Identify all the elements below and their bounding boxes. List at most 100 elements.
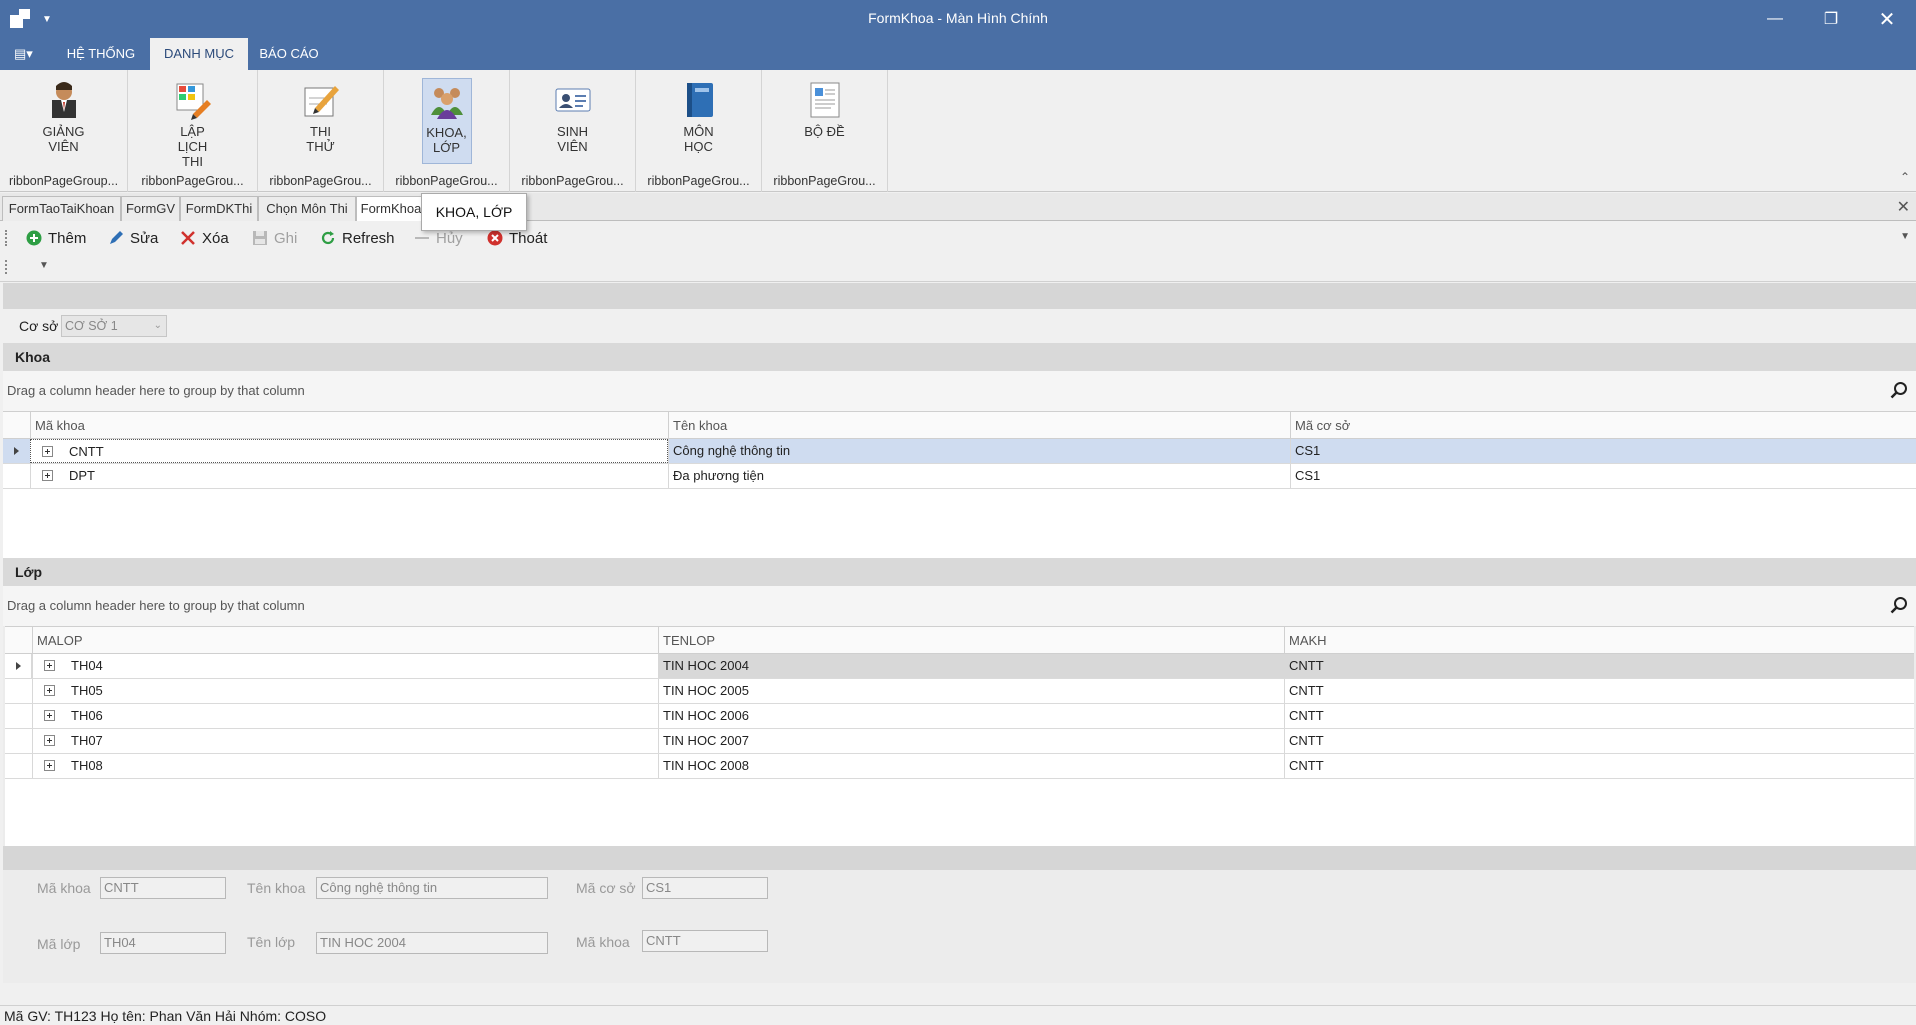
expand-icon[interactable] <box>44 760 55 771</box>
search-icon[interactable] <box>1890 381 1908 399</box>
toolbar-dropdown-icon[interactable]: ▼ <box>39 260 49 271</box>
group-caption: ribbonPageGroup... <box>8 174 119 188</box>
ten-khoa-field[interactable]: Công nghệ thông tin <box>316 877 548 899</box>
sinh-vien-button[interactable]: SINH VIÊN <box>548 78 598 164</box>
toolbar-grip[interactable] <box>5 230 8 246</box>
cell-makh[interactable]: CNTT <box>1284 679 1914 703</box>
table-row[interactable]: DPT Đa phương tiện CS1 <box>3 464 1916 489</box>
cell-ma-khoa[interactable]: DPT <box>30 464 668 488</box>
cell-malop[interactable]: TH08 <box>32 754 658 778</box>
column-header-ten-khoa[interactable]: Tên khoa <box>668 412 1290 439</box>
refresh-button[interactable]: Refresh <box>320 228 395 248</box>
tab-danh-muc[interactable]: DANH MỤC <box>150 38 248 70</box>
giang-vien-button[interactable]: GIẢNG VIÊN <box>39 78 89 164</box>
column-header-ma-khoa[interactable]: Mã khoa <box>30 412 668 439</box>
doc-tab-formdkthi[interactable]: FormDKThi <box>180 196 258 221</box>
table-row[interactable]: TH06 TIN HOC 2006 CNTT <box>5 704 1914 729</box>
khoa-group-panel[interactable]: Drag a column header here to group by th… <box>3 371 1916 411</box>
column-header-tenlop[interactable]: TENLOP <box>658 627 1284 654</box>
save-button[interactable]: Ghi <box>252 228 297 248</box>
cell-tenlop[interactable]: TIN HOC 2005 <box>658 679 1284 703</box>
ma-khoa-lop-label: Mã khoa <box>576 934 630 950</box>
cell-makh[interactable]: CNTT <box>1284 654 1914 678</box>
filter-row: Cơ sở CƠ SỞ 1 ⌄ <box>3 309 1916 343</box>
thi-thu-button[interactable]: THI THỬ <box>296 78 346 164</box>
table-row[interactable]: TH08 TIN HOC 2008 CNTT <box>5 754 1914 779</box>
cell-malop[interactable]: TH07 <box>32 729 658 753</box>
cell-ma-co-so[interactable]: CS1 <box>1290 464 1916 488</box>
column-header-malop[interactable]: MALOP <box>32 627 658 654</box>
expand-icon[interactable] <box>42 470 53 481</box>
expand-icon[interactable] <box>44 685 55 696</box>
cell-tenlop[interactable]: TIN HOC 2008 <box>658 754 1284 778</box>
cell-tenlop[interactable]: TIN HOC 2006 <box>658 704 1284 728</box>
ma-khoa-field[interactable]: CNTT <box>100 877 226 899</box>
ribbon-group-thi-thu: THI THỬ ribbonPageGrou... <box>258 70 384 192</box>
cell-tenlop[interactable]: TIN HOC 2004 <box>658 654 1284 678</box>
close-button[interactable]: ✕ <box>1864 0 1910 38</box>
table-row[interactable]: TH04 TIN HOC 2004 CNTT <box>5 654 1914 679</box>
tab-he-thong[interactable]: HỆ THỐNG <box>58 38 144 70</box>
mon-hoc-button[interactable]: MÔN HỌC <box>674 78 724 164</box>
cell-malop[interactable]: TH05 <box>32 679 658 703</box>
cell-malop[interactable]: TH06 <box>32 704 658 728</box>
table-row[interactable]: CNTT Công nghệ thông tin CS1 <box>3 439 1916 464</box>
ribbon-collapse-icon[interactable]: ⌃ <box>1900 170 1910 184</box>
co-so-label: Cơ sở <box>19 318 59 334</box>
ma-khoa-label: Mã khoa <box>37 880 91 896</box>
ten-lop-field[interactable]: TIN HOC 2004 <box>316 932 548 954</box>
doc-tab-formkhoa[interactable]: FormKhoa <box>356 196 426 221</box>
cell-ten-khoa[interactable]: Công nghệ thông tin <box>668 439 1290 463</box>
doc-tab-chon-mon-thi[interactable]: Chọn Môn Thi <box>258 196 356 221</box>
ma-khoa-lop-field[interactable]: CNTT <box>642 930 768 952</box>
expand-icon[interactable] <box>44 735 55 746</box>
cell-ma-khoa[interactable]: CNTT <box>30 439 668 463</box>
expand-icon[interactable] <box>44 660 55 671</box>
close-document-icon[interactable]: ✕ <box>1897 197 1910 217</box>
restore-button[interactable]: ❐ <box>1808 0 1854 38</box>
close-circle-icon <box>487 230 503 246</box>
edit-button[interactable]: Sửa <box>108 228 158 248</box>
floppy-icon <box>253 231 267 245</box>
bo-de-button[interactable]: BỘ ĐỀ <box>800 78 850 164</box>
doc-tab-formgv[interactable]: FormGV <box>121 196 180 221</box>
expand-icon[interactable] <box>44 710 55 721</box>
ribbon-group-bo-de: BỘ ĐỀ ribbonPageGrou... <box>762 70 888 192</box>
column-header-ma-co-so[interactable]: Mã cơ sở <box>1290 412 1916 439</box>
doc-tab-formtaotaikhoan[interactable]: FormTaoTaiKhoan <box>2 196 121 221</box>
lap-lich-thi-button[interactable]: LẬP LỊCH THI <box>168 78 218 169</box>
cancel-button[interactable]: Hủy <box>414 228 463 248</box>
app-menu-button[interactable]: ▤▾ <box>14 46 38 62</box>
co-so-combo[interactable]: CƠ SỞ 1 ⌄ <box>61 315 167 337</box>
toolbar-options-icon[interactable]: ▼ <box>1900 231 1910 242</box>
search-icon[interactable] <box>1890 596 1908 614</box>
cell-ten-khoa[interactable]: Đa phương tiện <box>668 464 1290 488</box>
table-row[interactable]: TH05 TIN HOC 2005 CNTT <box>5 679 1914 704</box>
book-icon <box>679 80 719 120</box>
ma-co-so-label: Mã cơ sở <box>576 880 636 896</box>
cell-malop[interactable]: TH04 <box>32 654 658 678</box>
exit-button[interactable]: Thoát <box>487 228 547 248</box>
tab-bao-cao[interactable]: BÁO CÁO <box>254 38 324 70</box>
khoa-section-title: Khoa <box>3 343 1916 371</box>
cell-tenlop[interactable]: TIN HOC 2007 <box>658 729 1284 753</box>
ma-lop-field[interactable]: TH04 <box>100 932 226 954</box>
table-row[interactable]: TH07 TIN HOC 2007 CNTT <box>5 729 1914 754</box>
ma-co-so-field[interactable]: CS1 <box>642 877 768 899</box>
x-icon <box>181 231 195 245</box>
expand-icon[interactable] <box>42 446 53 457</box>
add-button[interactable]: Thêm <box>26 228 86 248</box>
toolbar-grip[interactable] <box>5 260 8 274</box>
lop-group-panel[interactable]: Drag a column header here to group by th… <box>3 586 1916 626</box>
column-header-makh[interactable]: MAKH <box>1284 627 1914 654</box>
khoa-lop-button[interactable]: KHOA, LỚP <box>421 78 472 164</box>
minimize-button[interactable]: — <box>1752 0 1798 38</box>
cell-makh[interactable]: CNTT <box>1284 729 1914 753</box>
khoa-grid-header: Mã khoa Tên khoa Mã cơ sở <box>3 411 1916 439</box>
row-indicator <box>3 464 29 488</box>
cell-makh[interactable]: CNTT <box>1284 754 1914 778</box>
cell-makh[interactable]: CNTT <box>1284 704 1914 728</box>
ribbon-tab-bar: ▤▾ HỆ THỐNG DANH MỤC BÁO CÁO <box>0 38 1916 70</box>
delete-button[interactable]: Xóa <box>180 228 229 248</box>
cell-ma-co-so[interactable]: CS1 <box>1290 439 1916 463</box>
